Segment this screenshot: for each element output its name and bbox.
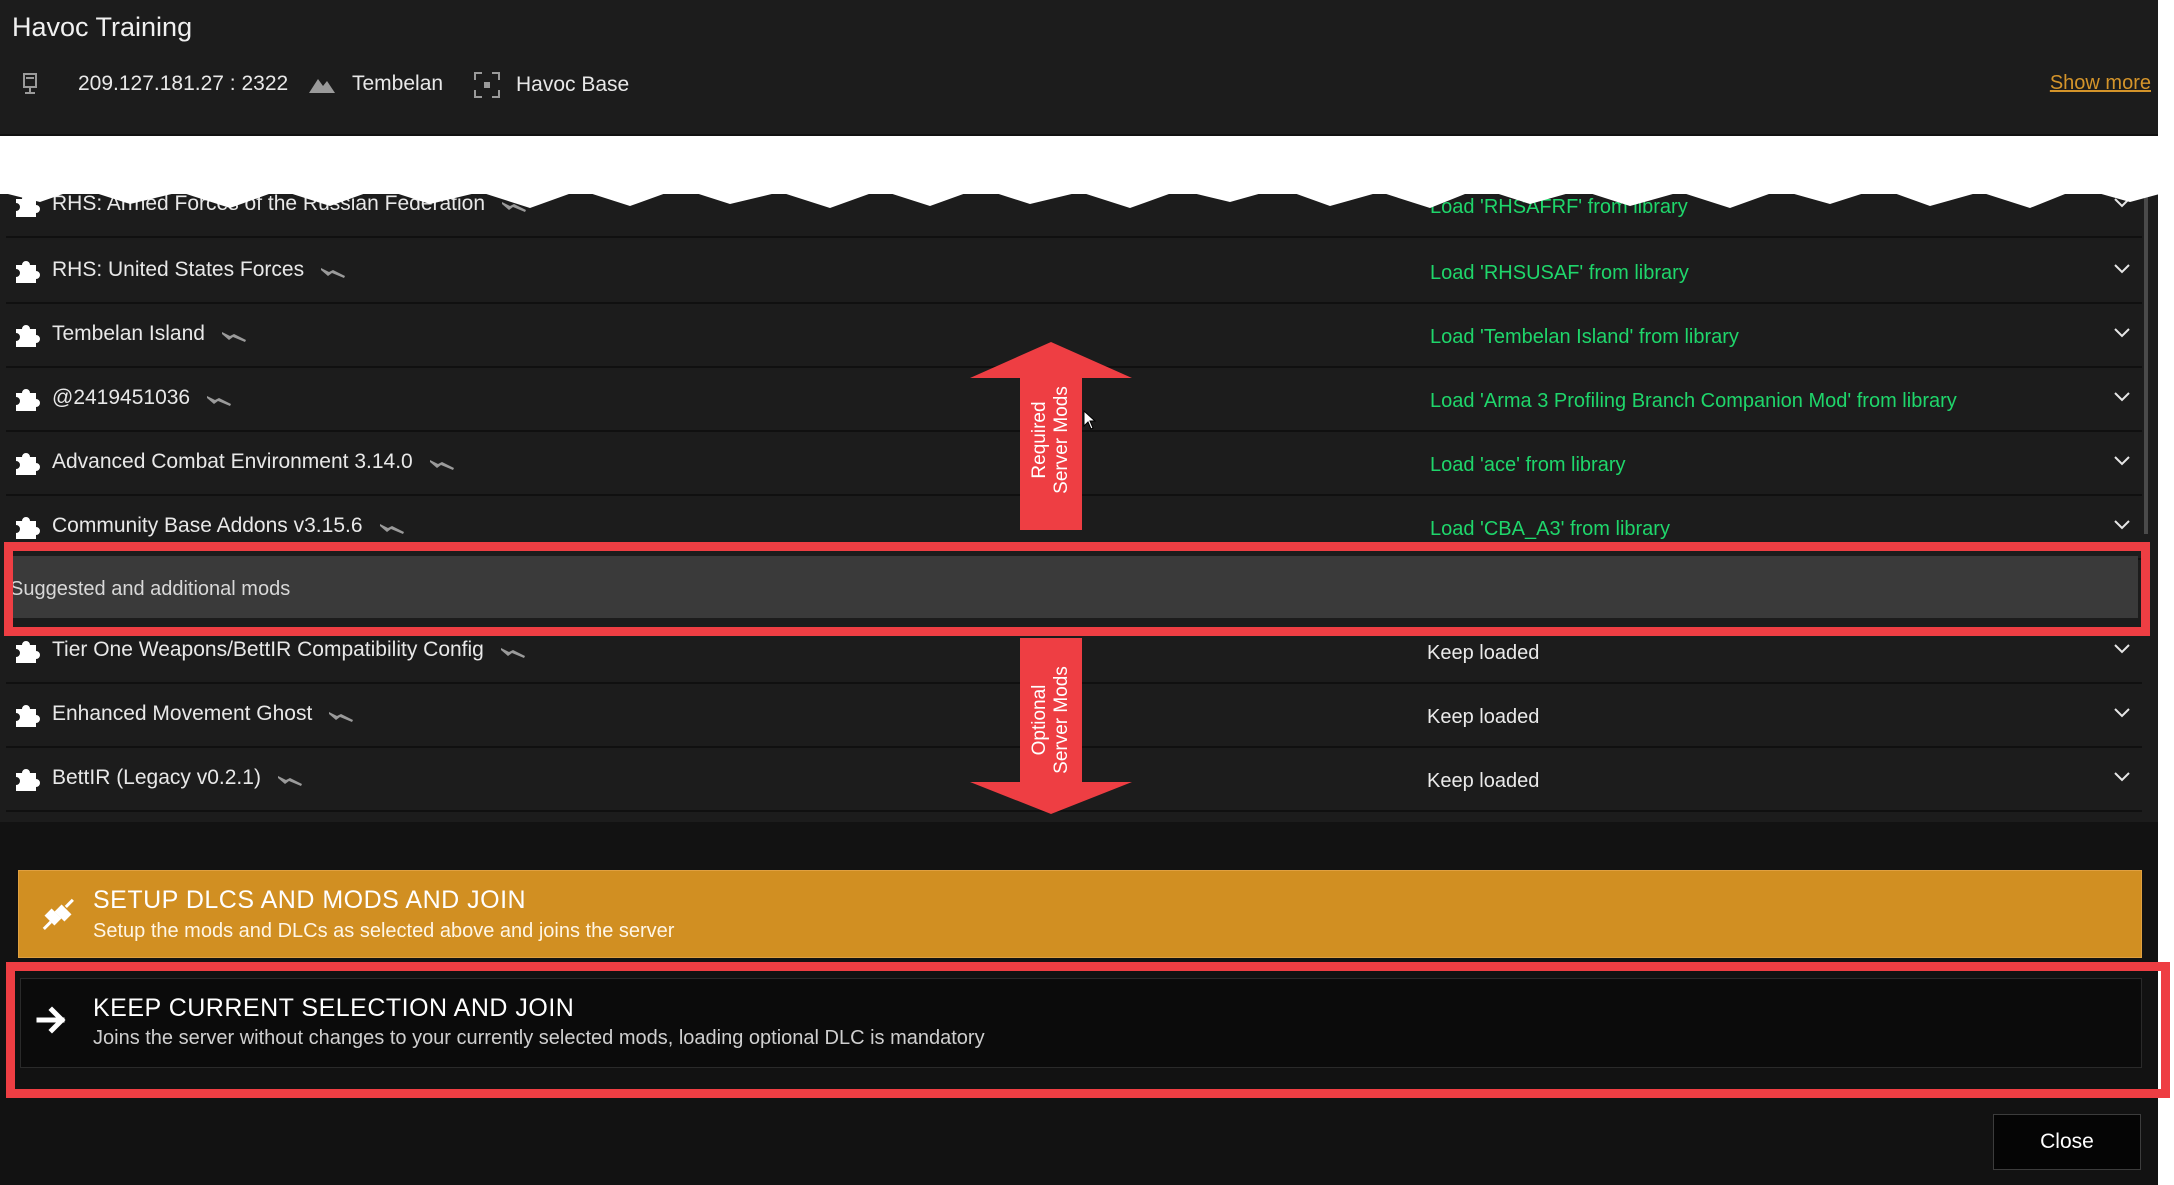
required-mods-label: Required Server Mods (1029, 377, 1073, 503)
optional-label-line2: Server Mods (1051, 666, 1072, 774)
optional-label-line1: Optional (1029, 684, 1050, 756)
wrench-icon (221, 332, 246, 343)
mod-name: BettIR (Legacy v0.2.1) (52, 766, 303, 790)
mod-action[interactable]: Keep loaded (1427, 642, 1539, 665)
mouse-cursor-icon (1083, 410, 1097, 430)
server-map: Tembelan (308, 72, 443, 96)
mod-action[interactable]: Load 'Arma 3 Profiling Branch Companion … (1430, 390, 1957, 413)
chevron-down-icon[interactable] (2114, 520, 2130, 530)
close-button[interactable]: Close (1993, 1114, 2141, 1170)
setup-and-join-title: SETUP DLCS AND MODS AND JOIN (93, 886, 527, 914)
mod-name: Tembelan Island (52, 322, 247, 346)
highlight-keep-selection (6, 962, 2170, 1098)
puzzle-icon (16, 705, 40, 727)
chevron-down-icon[interactable] (2114, 264, 2130, 274)
mod-action[interactable]: Keep loaded (1427, 770, 1539, 793)
puzzle-icon (16, 769, 40, 791)
mod-action[interactable]: Load 'CBA_A3' from library (1430, 518, 1670, 541)
server-mission-text: Havoc Base (516, 73, 630, 96)
wrench-icon (429, 460, 454, 471)
highlight-suggested-mods (4, 542, 2150, 636)
mod-name: RHS: United States Forces (52, 258, 346, 282)
mod-name: Tier One Weapons/BettIR Compatibility Co… (52, 638, 526, 662)
show-more-link[interactable]: Show more (2050, 72, 2151, 95)
setup-and-join-subtitle: Setup the mods and DLCs as selected abov… (93, 920, 675, 942)
terrain-icon (309, 79, 335, 93)
wrench-icon (500, 648, 525, 659)
puzzle-icon (16, 261, 40, 283)
frame-icon (474, 72, 500, 98)
plug-icon (42, 898, 74, 930)
mod-name: Advanced Combat Environment 3.14.0 (52, 450, 455, 474)
scrollbar[interactable] (2144, 194, 2148, 534)
chevron-down-icon[interactable] (2114, 708, 2130, 718)
mod-action[interactable]: Load 'Tembelan Island' from library (1430, 326, 1739, 349)
required-label-line2: Server Mods (1051, 386, 1072, 494)
wrench-icon (379, 524, 404, 535)
server-title: Havoc Training (12, 12, 193, 42)
server-address-text: 209.127.181.27 : 2322 (78, 72, 289, 95)
wrench-icon (207, 396, 232, 407)
required-label-line1: Required (1029, 401, 1050, 479)
server-icon (23, 73, 37, 94)
server-header (0, 0, 2158, 136)
puzzle-icon (16, 325, 40, 347)
mod-name: Enhanced Movement Ghost (52, 702, 354, 726)
mod-row[interactable]: RHS: United States Forces Load 'RHSUSAF'… (6, 240, 2142, 304)
chevron-down-icon[interactable] (2114, 456, 2130, 466)
mod-action[interactable]: Keep loaded (1427, 706, 1539, 729)
wrench-icon (277, 776, 302, 787)
wrench-icon (329, 712, 354, 723)
puzzle-icon (16, 641, 40, 663)
chevron-down-icon[interactable] (2114, 328, 2130, 338)
torn-edge (0, 136, 2174, 208)
wrench-icon (321, 268, 346, 279)
puzzle-icon (16, 389, 40, 411)
chevron-down-icon[interactable] (2114, 392, 2130, 402)
optional-mods-label: Optional Server Mods (1029, 657, 1073, 783)
server-map-text: Tembelan (352, 72, 444, 95)
server-mission: Havoc Base (474, 72, 629, 98)
server-address: 209.127.181.27 : 2322 (22, 72, 288, 96)
mod-action[interactable]: Load 'ace' from library (1430, 454, 1626, 477)
chevron-down-icon[interactable] (2114, 772, 2130, 782)
puzzle-icon (16, 453, 40, 475)
puzzle-icon (16, 517, 40, 539)
mod-action[interactable]: Load 'RHSUSAF' from library (1430, 262, 1689, 285)
chevron-down-icon[interactable] (2114, 644, 2130, 654)
mod-name: Community Base Addons v3.15.6 (52, 514, 405, 538)
mod-name: @2419451036 (52, 386, 232, 410)
